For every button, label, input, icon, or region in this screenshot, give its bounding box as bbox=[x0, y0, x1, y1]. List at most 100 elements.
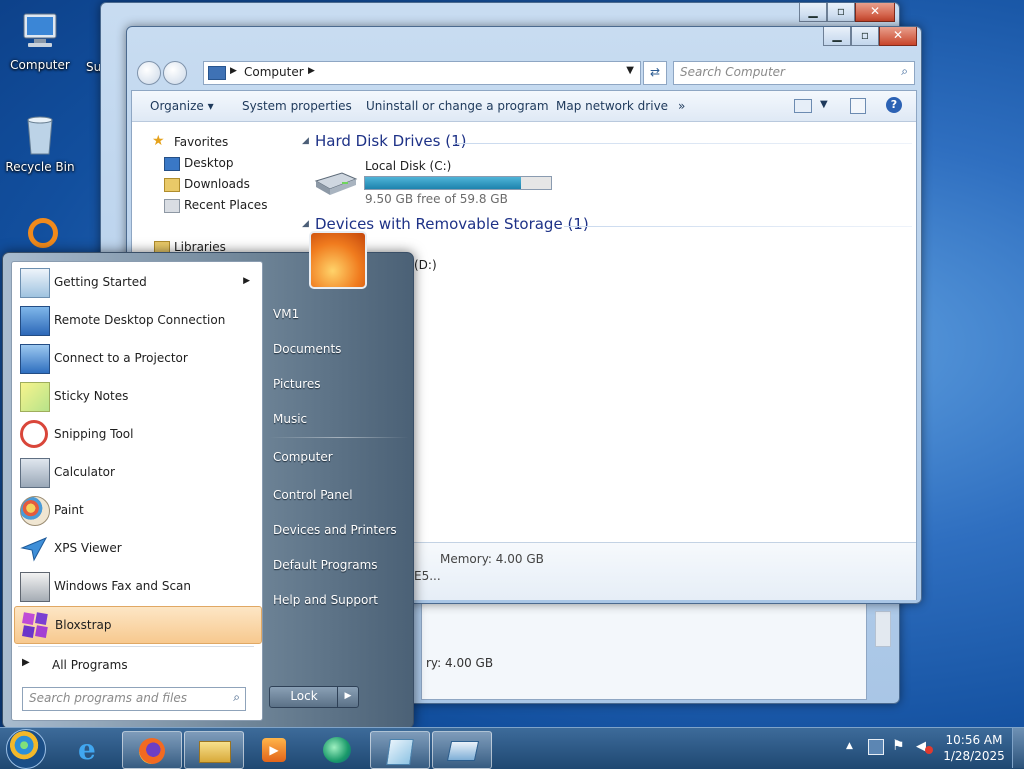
start-devices-printers[interactable]: Devices and Printers bbox=[273, 523, 397, 537]
taskbar-explorer[interactable] bbox=[184, 731, 244, 769]
organize-button[interactable]: Organize ▾ bbox=[150, 99, 214, 113]
uninstall-button[interactable]: Uninstall or change a program bbox=[366, 99, 549, 113]
clock[interactable]: 10:56 AM 1/28/2025 bbox=[940, 732, 1008, 766]
desktop-icon-recycle-bin[interactable]: Recycle Bin bbox=[4, 112, 76, 174]
start-control-panel[interactable]: Control Panel bbox=[273, 488, 353, 502]
paint-icon bbox=[20, 496, 50, 526]
maximize-button[interactable]: ▫ bbox=[827, 3, 855, 22]
program-sticky-notes[interactable]: Sticky Notes bbox=[14, 378, 260, 414]
start-computer[interactable]: Computer bbox=[273, 450, 333, 464]
taskbar-media-player[interactable]: ▶ bbox=[246, 731, 304, 767]
collapse-arrow-icon[interactable]: ◢ bbox=[302, 136, 309, 146]
start-documents[interactable]: Documents bbox=[273, 342, 341, 356]
start-user-vm1[interactable]: VM1 bbox=[273, 307, 299, 321]
refresh-button[interactable]: ⇄ bbox=[643, 61, 667, 85]
program-fax-scan[interactable]: Windows Fax and Scan bbox=[14, 568, 260, 604]
forward-button[interactable] bbox=[163, 61, 187, 85]
fax-scan-icon bbox=[20, 572, 50, 602]
views-icon[interactable] bbox=[794, 99, 812, 113]
show-desktop-button[interactable] bbox=[1012, 728, 1024, 768]
shutdown-options-arrow-icon[interactable]: ▶ bbox=[337, 686, 359, 708]
address-bar[interactable]: ▶ Computer ▶ ▼ bbox=[203, 61, 641, 85]
breadcrumb-arrow-icon[interactable]: ▶ bbox=[230, 66, 237, 76]
snipping-tool-icon bbox=[20, 420, 48, 448]
start-pictures[interactable]: Pictures bbox=[273, 377, 321, 391]
program-label: Snipping Tool bbox=[54, 427, 134, 441]
action-center-flag-icon[interactable]: ⚑ bbox=[892, 738, 905, 754]
close-button[interactable]: ✕ bbox=[879, 27, 917, 46]
desktop-icon-label: Su bbox=[86, 60, 102, 74]
maximize-button[interactable]: ▫ bbox=[851, 27, 879, 46]
back-button[interactable] bbox=[137, 61, 161, 85]
all-programs-arrow-icon: ▶ bbox=[22, 657, 30, 668]
start-music[interactable]: Music bbox=[273, 412, 307, 426]
address-dropdown-icon[interactable]: ▼ bbox=[626, 65, 634, 76]
start-help-support[interactable]: Help and Support bbox=[273, 593, 378, 607]
submenu-arrow-icon: ▶ bbox=[243, 276, 250, 286]
taskbar-firefox[interactable] bbox=[122, 731, 182, 769]
minimize-button[interactable]: ▁ bbox=[823, 27, 851, 46]
program-remote-desktop[interactable]: Remote Desktop Connection bbox=[14, 302, 260, 338]
system-properties-button[interactable]: System properties bbox=[242, 99, 352, 113]
taskbar-system-window[interactable] bbox=[432, 731, 492, 769]
program-snipping-tool[interactable]: Snipping Tool bbox=[14, 416, 260, 452]
group-hard-disk-drives[interactable]: Hard Disk Drives (1) bbox=[315, 132, 466, 150]
downloads-folder-icon bbox=[164, 178, 180, 192]
lock-button[interactable]: Lock bbox=[269, 686, 339, 708]
search-icon[interactable]: ⌕ bbox=[233, 690, 240, 705]
program-calculator[interactable]: Calculator bbox=[14, 454, 260, 490]
nav-desktop[interactable]: Desktop bbox=[184, 156, 234, 170]
close-button[interactable]: ✕ bbox=[855, 3, 895, 22]
program-getting-started[interactable]: Getting Started ▶ bbox=[14, 264, 260, 300]
divider bbox=[269, 437, 409, 438]
program-paint[interactable]: Paint bbox=[14, 492, 260, 528]
user-picture[interactable] bbox=[309, 231, 367, 289]
breadcrumb-arrow-icon[interactable]: ▶ bbox=[308, 66, 315, 76]
search-icon[interactable]: ⌕ bbox=[901, 64, 908, 79]
network-icon[interactable] bbox=[868, 739, 884, 755]
taskbar-app[interactable] bbox=[308, 731, 366, 767]
more-commands-button[interactable]: » bbox=[678, 99, 685, 113]
favorites-icon: ★ bbox=[152, 133, 165, 149]
collapse-arrow-icon[interactable]: ◢ bbox=[302, 219, 309, 229]
scrollbar[interactable] bbox=[875, 611, 891, 647]
program-bloxstrap[interactable]: Bloxstrap bbox=[14, 606, 262, 644]
minimize-button[interactable]: ▁ bbox=[799, 3, 827, 22]
program-projector[interactable]: Connect to a Projector bbox=[14, 340, 260, 376]
all-programs-button[interactable]: ▶ All Programs bbox=[14, 651, 260, 679]
desktop-folder-icon bbox=[164, 157, 180, 171]
nav-recent-places[interactable]: Recent Places bbox=[184, 198, 267, 212]
recent-places-icon bbox=[164, 199, 180, 213]
disk-usage-bar bbox=[364, 176, 552, 190]
taskbar: e ▶ ▲ ⚑ ◀ 10:56 AM 1/28/2025 bbox=[0, 727, 1024, 769]
program-xps-viewer[interactable]: XPS Viewer bbox=[14, 530, 260, 566]
help-icon[interactable]: ? bbox=[886, 97, 902, 113]
program-label: Connect to a Projector bbox=[54, 351, 188, 365]
sticky-notes-icon bbox=[20, 382, 50, 412]
computer-window-icon bbox=[446, 741, 480, 761]
clock-time: 10:56 AM bbox=[945, 733, 1003, 747]
search-input[interactable]: Search Computer ⌕ bbox=[673, 61, 915, 85]
group-divider bbox=[564, 226, 912, 227]
program-label: Getting Started bbox=[54, 275, 147, 289]
program-label: Remote Desktop Connection bbox=[54, 313, 226, 327]
views-dropdown-icon[interactable]: ▼ bbox=[820, 99, 828, 110]
nav-favorites[interactable]: Favorites bbox=[174, 135, 228, 149]
map-drive-button[interactable]: Map network drive bbox=[556, 99, 668, 113]
show-hidden-icons-icon[interactable]: ▲ bbox=[846, 741, 853, 751]
disk-free-text: 9.50 GB free of 59.8 GB bbox=[365, 192, 508, 206]
taskbar-ie[interactable]: e bbox=[62, 731, 120, 767]
taskbar-app-window[interactable] bbox=[370, 731, 430, 769]
program-label: Paint bbox=[54, 503, 84, 517]
start-search-input[interactable]: Search programs and files ⌕ bbox=[22, 687, 246, 711]
start-search-placeholder: Search programs and files bbox=[29, 691, 187, 705]
document-icon bbox=[386, 739, 414, 765]
breadcrumb-computer[interactable]: Computer bbox=[244, 65, 304, 79]
dvd-drive-label[interactable]: (D:) bbox=[414, 258, 437, 272]
nav-downloads[interactable]: Downloads bbox=[184, 177, 250, 191]
preview-pane-icon[interactable] bbox=[850, 98, 866, 114]
app-shortcut-icon[interactable] bbox=[28, 218, 58, 248]
start-button[interactable] bbox=[6, 729, 46, 769]
disk-usage-fill bbox=[365, 177, 522, 189]
start-default-programs[interactable]: Default Programs bbox=[273, 558, 378, 572]
